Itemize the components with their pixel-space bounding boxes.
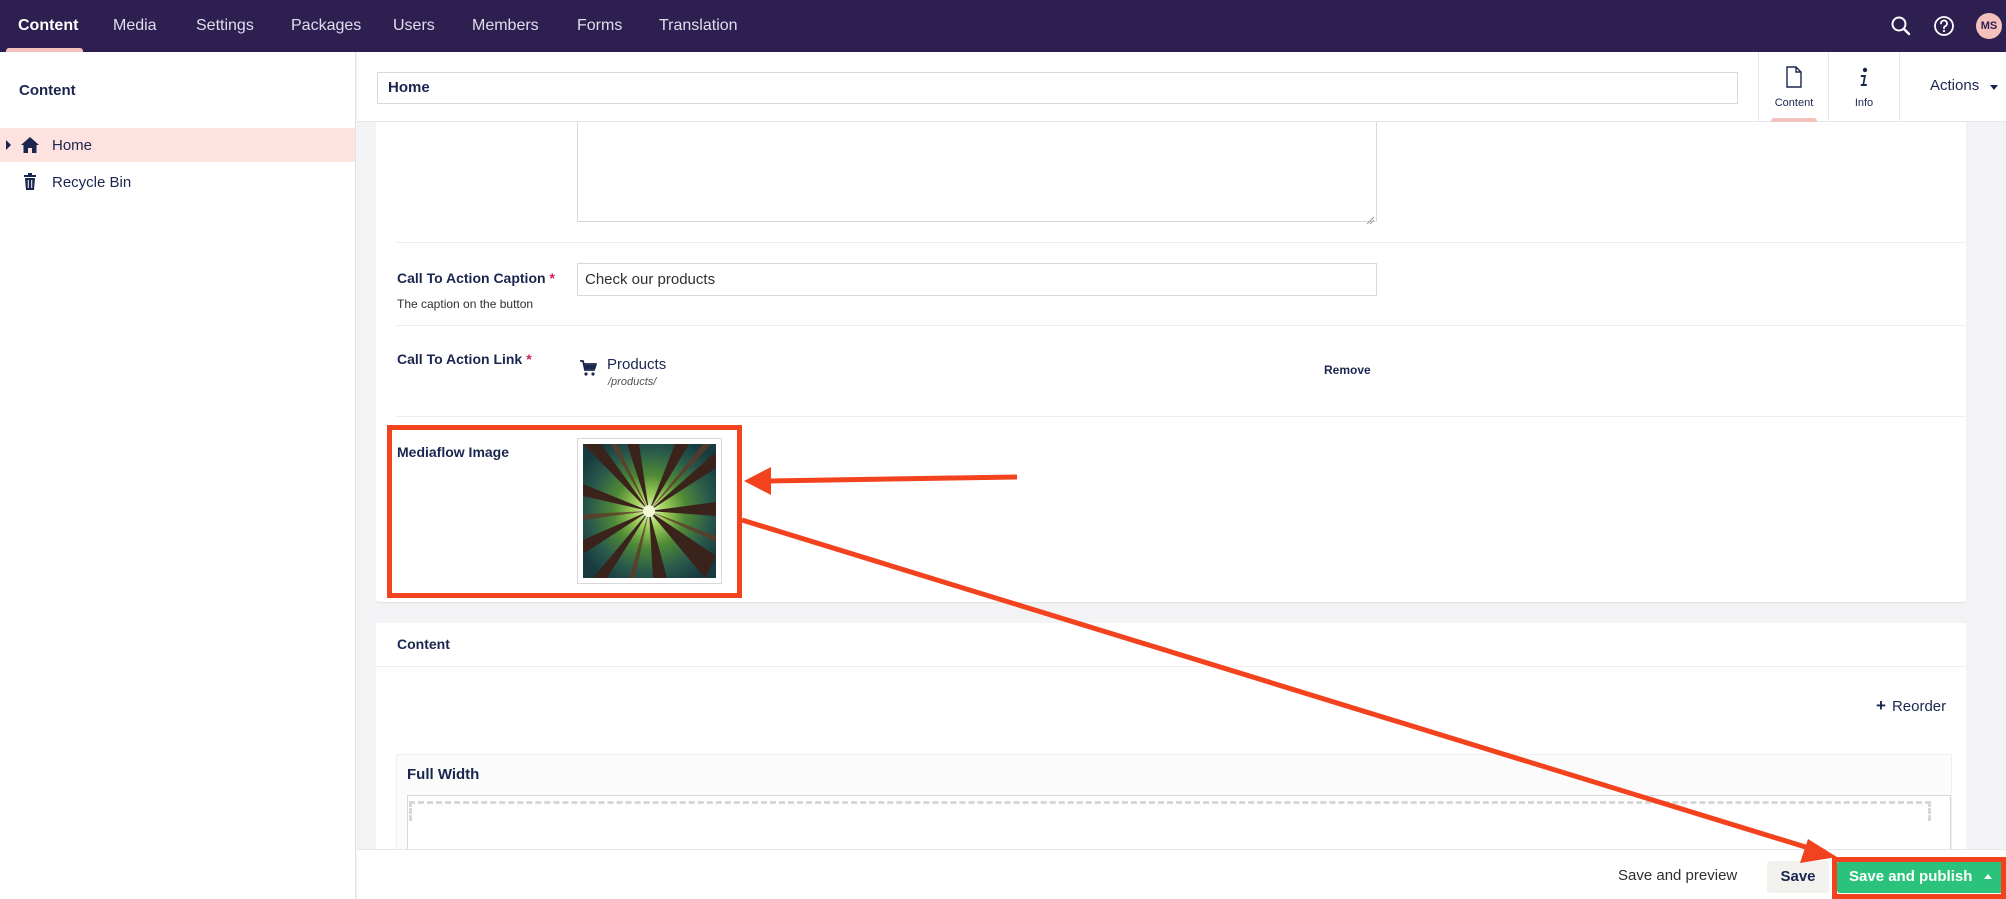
user-avatar[interactable]: MS — [1976, 13, 2002, 39]
cta-link-url: /products/ — [608, 376, 657, 388]
document-icon — [1785, 66, 1803, 88]
cta-caption-description: The caption on the button — [397, 297, 534, 311]
info-icon — [1855, 66, 1873, 88]
section-title: Content — [397, 636, 450, 652]
content-tree: Content Home Recycle Bin — [0, 52, 356, 899]
nav-section-packages[interactable]: Packages — [291, 0, 361, 52]
actions-label: Actions — [1930, 77, 1980, 94]
content-block-section: Content + Reorder Full Width — [376, 623, 1966, 855]
property-divider — [396, 416, 1966, 417]
nav-section-media[interactable]: Media — [113, 0, 157, 52]
reorder-button[interactable]: + Reorder — [1876, 696, 1946, 716]
editor-header: Home Content Info Actions — [357, 52, 2006, 122]
required-mark: * — [549, 270, 555, 286]
resize-grip-icon[interactable] — [1366, 211, 1375, 225]
tree-node-recycle-bin[interactable]: Recycle Bin — [0, 165, 355, 199]
nav-section-users[interactable]: Users — [393, 0, 435, 52]
section-header: Content — [376, 623, 1966, 667]
top-navigation: Content Media Settings Packages Users Me… — [0, 0, 2006, 52]
cta-caption-label-text: Call To Action Caption — [397, 270, 546, 286]
nav-section-forms[interactable]: Forms — [577, 0, 622, 52]
cta-link-name[interactable]: Products — [607, 356, 666, 373]
tree-node-home[interactable]: Home — [0, 128, 355, 162]
grid-area: Full Width — [396, 754, 1952, 855]
tree-title: Content — [19, 82, 76, 99]
cta-link-label: Call To Action Link * — [397, 351, 532, 367]
save-and-preview-button[interactable]: Save and preview — [1618, 867, 1737, 884]
tab-label: Info — [1854, 97, 1874, 109]
plus-icon: + — [1876, 696, 1886, 715]
nav-section-translation[interactable]: Translation — [659, 0, 738, 52]
tab-info[interactable]: Info — [1828, 52, 1898, 122]
home-icon — [20, 135, 40, 155]
help-icon[interactable] — [1931, 13, 1957, 39]
actions-menu-button[interactable]: Actions — [1899, 52, 2006, 122]
cta-link-label-text: Call To Action Link — [397, 351, 523, 367]
save-button[interactable]: Save — [1767, 861, 1829, 893]
caret-down-icon — [1990, 85, 1998, 90]
search-icon[interactable] — [1888, 13, 1914, 39]
area-title: Full Width — [407, 766, 480, 783]
textarea-field[interactable] — [577, 122, 1377, 225]
tree-node-label: Home — [52, 137, 93, 154]
property-divider — [396, 242, 1966, 243]
trash-icon — [20, 172, 40, 192]
nav-section-content[interactable]: Content — [18, 0, 78, 52]
nav-section-members[interactable]: Members — [472, 0, 539, 52]
property-divider — [396, 325, 1966, 326]
cart-icon — [579, 359, 597, 377]
annotation-highlight-publish — [1832, 857, 2006, 899]
remove-link-button[interactable]: Remove — [1324, 363, 1371, 377]
tab-content[interactable]: Content — [1758, 52, 1828, 122]
cta-caption-input[interactable]: Check our products — [577, 263, 1377, 296]
add-block-placeholder[interactable] — [409, 801, 1931, 821]
editor-footer: Save and preview Save Save and publish — [357, 849, 2006, 899]
cta-caption-label: Call To Action Caption * — [397, 270, 555, 286]
tree-node-label: Recycle Bin — [52, 174, 132, 191]
node-name-input[interactable]: Home — [377, 72, 1738, 104]
required-mark: * — [526, 351, 532, 367]
nav-section-settings[interactable]: Settings — [196, 0, 254, 52]
expand-caret-icon[interactable] — [6, 140, 11, 150]
tab-label: Content — [1774, 97, 1814, 109]
reorder-label: Reorder — [1891, 698, 1947, 715]
annotation-highlight-image — [387, 425, 742, 598]
